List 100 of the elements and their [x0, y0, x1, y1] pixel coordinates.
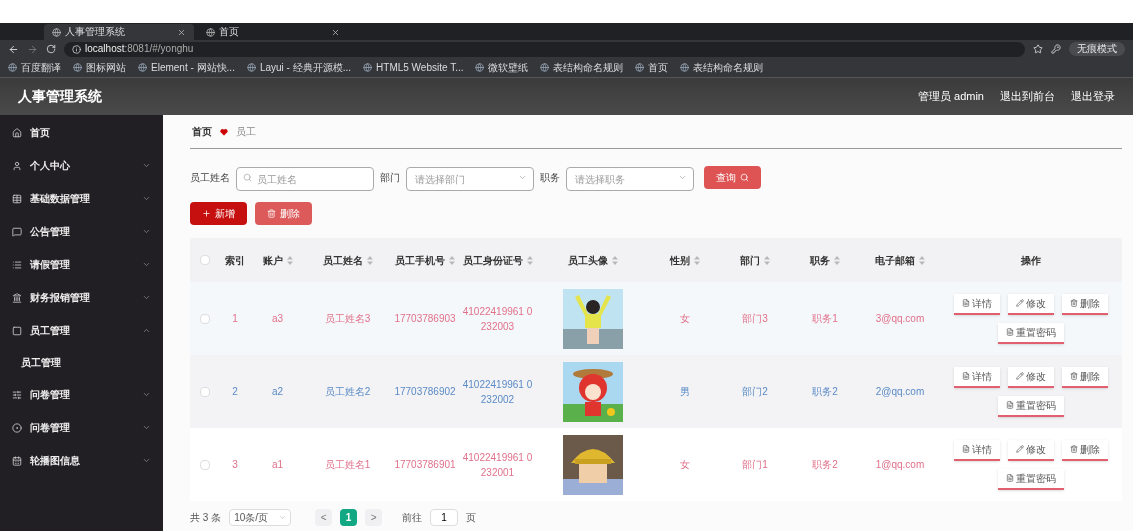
- sort-icon[interactable]: [366, 255, 373, 265]
- table-cell-text: 1: [232, 312, 238, 326]
- page-size-select[interactable]: 10条/页: [229, 508, 292, 526]
- action-button[interactable]: 详情: [954, 366, 1000, 388]
- bookmark[interactable]: 表结构命名规则: [680, 62, 764, 73]
- filter-label: 员工姓名: [190, 171, 230, 185]
- profile-chip[interactable]: 无痕模式: [1069, 42, 1125, 56]
- column-header[interactable]: 性别: [670, 252, 690, 268]
- page-input[interactable]: 1: [430, 508, 459, 526]
- back-icon[interactable]: [8, 43, 19, 55]
- sidebar-item[interactable]: 员工管理: [0, 314, 163, 347]
- next-page-button[interactable]: >: [365, 508, 383, 526]
- reload-icon[interactable]: [46, 44, 56, 54]
- sidebar-item[interactable]: 请假管理: [0, 248, 163, 281]
- action-button[interactable]: 删除: [1062, 366, 1108, 388]
- bookmark[interactable]: 图标网站: [73, 62, 126, 73]
- header-link[interactable]: 退出到前台: [1000, 88, 1055, 105]
- close-icon[interactable]: [177, 27, 186, 37]
- document-icon: [1006, 328, 1014, 336]
- goto-suffix: 页: [466, 510, 477, 525]
- row-checkbox[interactable]: [200, 386, 210, 397]
- sort-icon[interactable]: [919, 255, 925, 265]
- column-header[interactable]: 员工身份证号: [462, 252, 523, 268]
- table-cell-text: 41022419961 0232003: [462, 304, 533, 334]
- home-icon: [12, 127, 22, 138]
- action-button[interactable]: 详情: [954, 439, 1000, 461]
- bookmark[interactable]: Layui - 经典开源模...: [246, 62, 352, 73]
- filter-label: 部门: [380, 171, 400, 185]
- key-icon[interactable]: [1051, 44, 1061, 54]
- column-header[interactable]: 员工手机号: [395, 252, 445, 268]
- sort-icon[interactable]: [834, 255, 840, 265]
- star-icon[interactable]: [1033, 44, 1043, 54]
- table-cell-text: a1: [271, 458, 284, 472]
- sidebar-item[interactable]: 问卷管理: [0, 378, 163, 411]
- column-header[interactable]: 部门: [740, 252, 760, 268]
- action-button[interactable]: 删除: [1062, 293, 1108, 315]
- action-button[interactable]: 重置密码: [998, 322, 1064, 344]
- breadcrumb-item[interactable]: 首页: [192, 124, 212, 139]
- action-button[interactable]: 删除: [1062, 439, 1108, 461]
- trash-icon: [267, 209, 276, 218]
- column-header[interactable]: 职务: [810, 252, 830, 268]
- table-cell-text: 2@qq.com: [875, 385, 925, 399]
- column-header[interactable]: 员工姓名: [322, 252, 363, 268]
- bookmark[interactable]: 首页: [635, 62, 669, 73]
- add-button[interactable]: 新增: [190, 202, 247, 225]
- column-header[interactable]: 电子邮箱: [875, 252, 915, 268]
- row-checkbox[interactable]: [200, 459, 210, 470]
- sidebar-item[interactable]: 个人中心: [0, 149, 163, 182]
- heart-icon: [220, 127, 228, 136]
- bookmark[interactable]: 表结构命名规则: [540, 62, 624, 73]
- sort-icon[interactable]: [764, 255, 770, 265]
- table-cell-text: 部门3: [742, 312, 768, 326]
- pencil-icon: [1016, 299, 1024, 307]
- select-field[interactable]: 请选择职务: [566, 167, 694, 191]
- sidebar-item[interactable]: 问卷管理: [0, 411, 163, 444]
- bookmark[interactable]: Element - 网站快...: [138, 62, 235, 73]
- browser-tab[interactable]: 人事管理系统: [44, 24, 194, 40]
- action-button[interactable]: 修改: [1008, 293, 1054, 315]
- column-header[interactable]: 员工头像: [567, 252, 608, 268]
- input-field[interactable]: 员工姓名: [236, 167, 374, 191]
- close-icon[interactable]: [331, 27, 340, 37]
- header-link[interactable]: 管理员 admin: [917, 88, 984, 105]
- column-header[interactable]: 账户: [262, 252, 283, 268]
- globe-icon: [363, 63, 373, 72]
- sidebar-item[interactable]: 基础数据管理: [0, 182, 163, 215]
- select-field[interactable]: 请选择部门: [406, 167, 534, 191]
- prev-page-button[interactable]: <: [315, 508, 333, 526]
- table-cell-text: 部门1: [742, 458, 768, 472]
- sidebar-item[interactable]: 首页: [0, 116, 163, 149]
- action-button[interactable]: 修改: [1008, 439, 1054, 461]
- row-checkbox[interactable]: [200, 313, 210, 324]
- bookmark[interactable]: 百度翻译: [8, 62, 61, 73]
- sort-icon[interactable]: [449, 255, 455, 265]
- total-count: 共 3 条: [190, 510, 222, 525]
- sort-icon[interactable]: [694, 255, 700, 265]
- action-button[interactable]: 详情: [954, 293, 1000, 315]
- address-bar[interactable]: localhost:8081/#/yonghu: [64, 41, 1025, 57]
- document-icon: [962, 372, 970, 380]
- table-cell-text: 员工姓名3: [324, 312, 371, 326]
- action-button[interactable]: 重置密码: [998, 468, 1064, 490]
- action-button[interactable]: 重置密码: [998, 395, 1064, 417]
- table-cell-text: 17703786902: [394, 385, 456, 399]
- sidebar-subitem[interactable]: 员工管理: [0, 347, 163, 378]
- sort-icon[interactable]: [526, 255, 533, 265]
- sidebar-item[interactable]: 轮播图信息: [0, 444, 163, 477]
- action-button[interactable]: 修改: [1008, 366, 1054, 388]
- bookmark[interactable]: HTML5 Website T...: [363, 62, 464, 73]
- header-checkbox[interactable]: [200, 255, 210, 265]
- bookmark[interactable]: 微软壁纸: [475, 62, 529, 73]
- delete-button[interactable]: 删除: [255, 202, 312, 225]
- sidebar-item[interactable]: 财务报销管理: [0, 281, 163, 314]
- header-link[interactable]: 退出登录: [1071, 88, 1115, 105]
- url-text: localhost:8081/#/yonghu: [85, 44, 194, 54]
- forward-icon[interactable]: [27, 43, 38, 55]
- table-cell-text: 员工姓名1: [324, 458, 371, 472]
- sort-icon[interactable]: [286, 255, 293, 265]
- sidebar-item[interactable]: 公告管理: [0, 215, 163, 248]
- search-button[interactable]: 查询: [704, 166, 761, 189]
- sort-icon[interactable]: [611, 255, 618, 265]
- globe-icon: [52, 27, 61, 37]
